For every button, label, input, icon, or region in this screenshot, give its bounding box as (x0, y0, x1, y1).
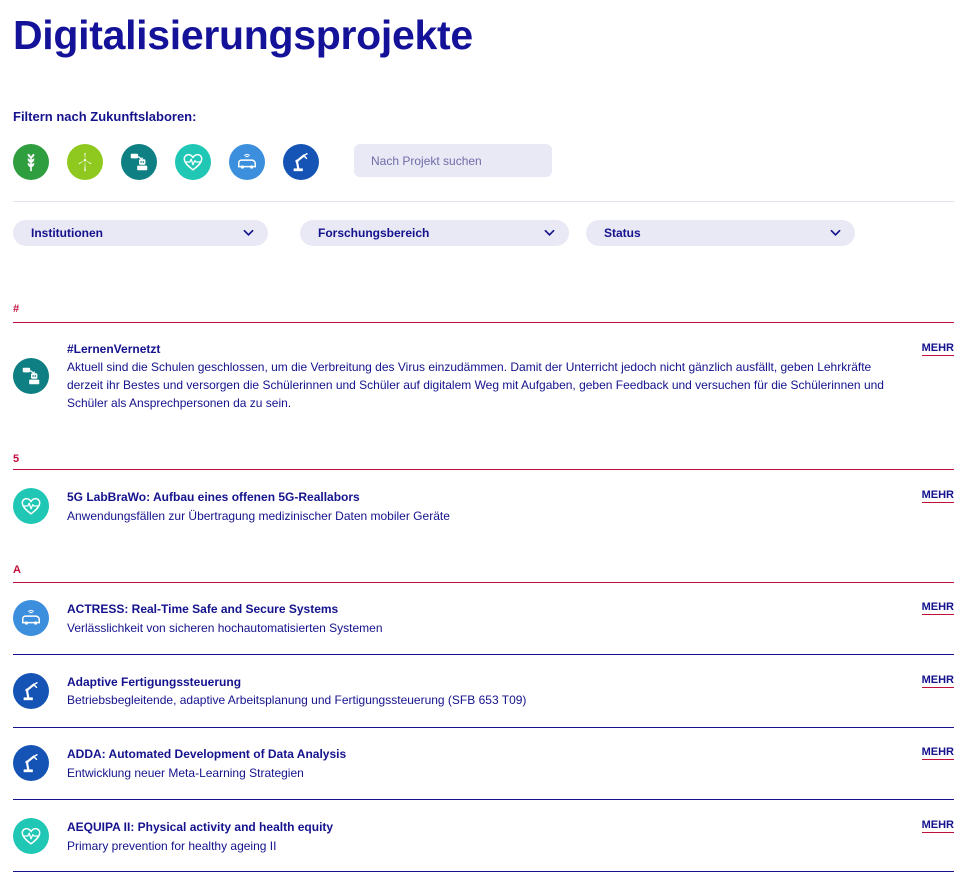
project-description: Anwendungsfällen zur Übertragung medizin… (67, 509, 450, 523)
project-icon (13, 600, 49, 636)
status-dropdown[interactable]: Status (586, 220, 855, 246)
connected-car-icon (236, 151, 258, 173)
robot-teacher-icon (20, 365, 42, 387)
project-title[interactable]: 5G LabBraWo: Aufbau eines offenen 5G-Rea… (67, 490, 360, 504)
more-link[interactable]: MEHR (921, 601, 954, 615)
group-divider (13, 582, 954, 583)
page-title: Digitalisierungsprojekte (13, 12, 473, 58)
dropdown-label: Institutionen (31, 226, 103, 240)
project-icon (13, 488, 49, 524)
project-description: Primary prevention for healthy ageing II (67, 839, 277, 853)
project-description: Aktuell sind die Schulen geschlossen, um… (67, 360, 884, 410)
project-divider (13, 871, 954, 872)
group-divider (13, 469, 954, 470)
project-title[interactable]: Adaptive Fertigungssteuerung (67, 675, 241, 689)
institutionen-dropdown[interactable]: Institutionen (13, 220, 268, 246)
project-description: Verlässlichkeit von sicheren hochautomat… (67, 621, 383, 635)
project-icon (13, 358, 49, 394)
more-link[interactable]: MEHR (921, 819, 954, 833)
filter-label: Filtern nach Zukunftslaboren: (13, 109, 197, 124)
project-title[interactable]: ACTRESS: Real-Time Safe and Secure Syste… (67, 602, 338, 616)
project-divider (13, 727, 954, 728)
more-link[interactable]: MEHR (921, 746, 954, 760)
project-description: Entwicklung neuer Meta-Learning Strategi… (67, 766, 304, 780)
group-letter-hash: # (13, 303, 20, 315)
project-title[interactable]: ADDA: Automated Development of Data Anal… (67, 747, 346, 761)
project-title[interactable]: AEQUIPA II: Physical activity and health… (67, 820, 333, 834)
dropdown-label: Status (604, 226, 641, 240)
dropdown-label: Forschungsbereich (318, 226, 430, 240)
group-letter-a: A (13, 564, 21, 576)
chevron-down-icon (243, 229, 254, 237)
project-icon (13, 818, 49, 854)
chevron-down-icon (830, 229, 841, 237)
lab-filter-production[interactable] (283, 144, 319, 180)
lab-filter-energy[interactable] (67, 144, 103, 180)
more-link[interactable]: MEHR (921, 489, 954, 503)
lab-filter-health[interactable] (175, 144, 211, 180)
group-letter-5: 5 (13, 453, 20, 465)
robot-arm-icon (20, 680, 42, 702)
project-divider (13, 799, 954, 800)
project-icon (13, 745, 49, 781)
project-icon (13, 673, 49, 709)
connected-car-icon (20, 607, 42, 629)
robot-arm-icon (290, 151, 312, 173)
group-divider (13, 322, 954, 323)
wind-turbine-icon (74, 151, 96, 173)
more-link[interactable]: MEHR (921, 342, 954, 356)
project-title[interactable]: #LernenVernetzt (67, 342, 160, 356)
heart-pulse-icon (20, 825, 42, 847)
project-divider (13, 654, 954, 655)
wheat-icon (20, 151, 42, 173)
project-description: Betriebsbegleitende, adaptive Arbeitspla… (67, 693, 527, 707)
heart-pulse-icon (20, 495, 42, 517)
chevron-down-icon (544, 229, 555, 237)
search-input[interactable] (354, 144, 552, 177)
heart-pulse-icon (182, 151, 204, 173)
lab-filter-mobility[interactable] (229, 144, 265, 180)
robot-arm-icon (20, 752, 42, 774)
robot-teacher-icon (128, 151, 150, 173)
filter-divider (13, 201, 954, 202)
lab-filter-education[interactable] (121, 144, 157, 180)
forschungsbereich-dropdown[interactable]: Forschungsbereich (300, 220, 569, 246)
more-link[interactable]: MEHR (921, 674, 954, 688)
lab-filter-agriculture[interactable] (13, 144, 49, 180)
